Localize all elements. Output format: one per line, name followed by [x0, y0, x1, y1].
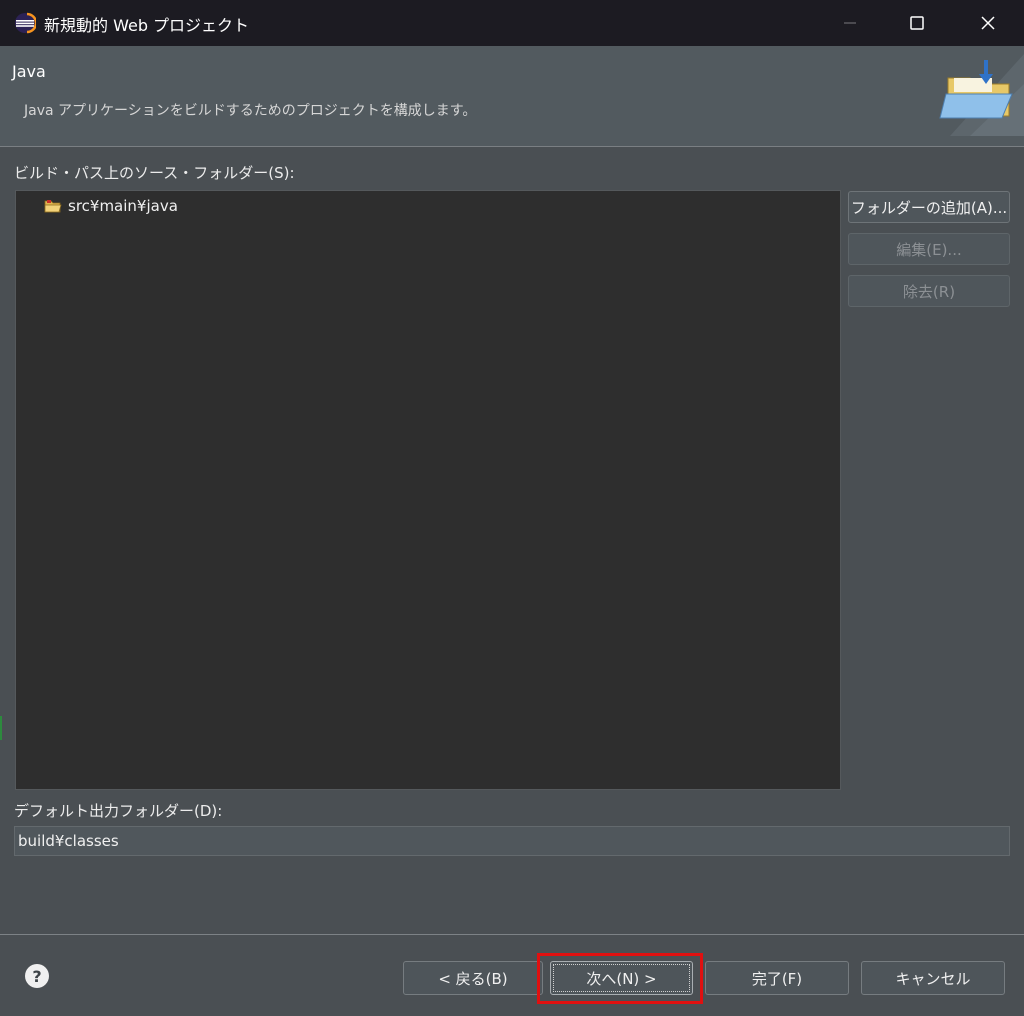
footer-separator: [0, 934, 1024, 935]
page-title: Java: [12, 62, 46, 81]
tree-item[interactable]: src¥main¥java: [44, 197, 178, 215]
remove-button[interactable]: 除去(R): [848, 275, 1010, 307]
maximize-button[interactable]: [889, 0, 945, 46]
tree-item-label: src¥main¥java: [68, 197, 178, 215]
title-bar: 新規動的 Web プロジェクト: [0, 0, 1024, 47]
wizard-header: Java Java アプリケーションをビルドするためのプロジェクトを構成します。: [0, 46, 1024, 147]
eclipse-app-icon: [15, 12, 36, 34]
page-description: Java アプリケーションをビルドするためのプロジェクトを構成します。: [24, 103, 477, 119]
folder-banner-icon: [939, 54, 1024, 136]
next-button-highlight: [537, 953, 703, 1004]
minimize-icon: [844, 22, 856, 24]
output-folder-label: デフォルト出力フォルダー(D):: [14, 802, 223, 820]
back-button[interactable]: < 戻る(B): [403, 961, 543, 995]
cancel-button[interactable]: キャンセル: [861, 961, 1005, 995]
add-folder-button[interactable]: フォルダーの追加(A)...: [848, 191, 1010, 223]
help-icon[interactable]: ?: [25, 964, 49, 988]
close-button[interactable]: [960, 0, 1016, 46]
source-folder-tree[interactable]: src¥main¥java: [15, 190, 841, 790]
left-edge-marker: [0, 716, 2, 740]
close-icon: [981, 16, 995, 30]
source-folders-label: ビルド・パス上のソース・フォルダー(S):: [14, 164, 295, 182]
maximize-icon: [910, 16, 924, 30]
edit-button[interactable]: 編集(E)...: [848, 233, 1010, 265]
minimize-button[interactable]: [822, 0, 878, 46]
finish-button[interactable]: 完了(F): [705, 961, 849, 995]
source-folder-icon: [44, 200, 62, 213]
window-title: 新規動的 Web プロジェクト: [44, 16, 250, 35]
output-folder-field[interactable]: build¥classes: [14, 826, 1010, 856]
